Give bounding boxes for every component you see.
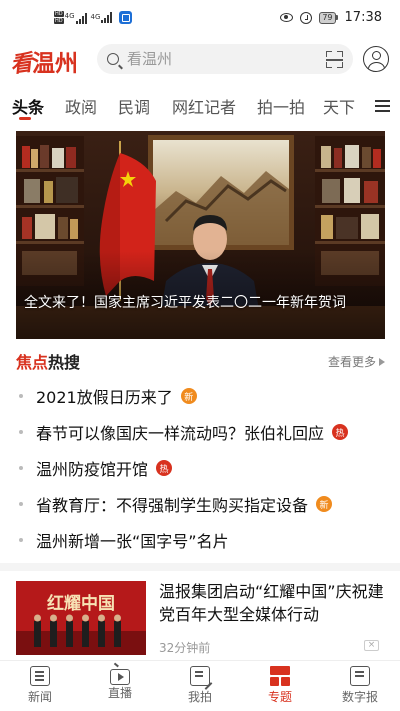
app-notification-icon	[119, 11, 133, 24]
bullet-icon	[19, 466, 23, 470]
news-time: 32分钟前	[159, 641, 211, 655]
app-header: 看 温州	[0, 40, 400, 82]
user-avatar-icon[interactable]	[363, 46, 389, 72]
tab-tianxia[interactable]: 天下	[323, 94, 355, 118]
nav-shoot[interactable]: 我拍	[170, 666, 230, 705]
app-logo: 看 温州	[8, 49, 79, 79]
hot-badge: 热	[156, 460, 173, 476]
topic-icon	[270, 666, 290, 686]
hot-search-title: 焦点热搜	[16, 353, 81, 372]
network-label: 4G	[90, 13, 101, 21]
live-icon	[110, 669, 130, 685]
new-badge: 新	[316, 496, 333, 512]
search-icon	[107, 53, 119, 65]
hot-search-item[interactable]: 温州防疫馆开馆 热	[16, 450, 385, 486]
banner-caption: 全文来了！国家主席习近平发表二〇二一年新年贺词	[24, 295, 346, 311]
bullet-icon	[19, 502, 23, 506]
hot-search-item[interactable]: 2021放假日历来了 新	[16, 378, 385, 414]
signal-icon	[101, 12, 113, 23]
section-divider	[0, 563, 400, 571]
nav-digital-paper[interactable]: 数字报	[330, 666, 390, 705]
nav-live[interactable]: 直播	[90, 666, 150, 701]
tab-paiyipai[interactable]: 拍一拍	[257, 94, 305, 118]
hot-search-header: 焦点热搜 查看更多	[16, 349, 385, 373]
channel-tabs: 头条 政阅 民调 网红记者 拍一拍 天下	[0, 86, 400, 124]
thumbnail-title: 红耀中国	[47, 593, 115, 614]
hot-search-item[interactable]: 春节可以像国庆一样流动吗？张伯礼回应 热	[16, 414, 385, 450]
news-icon	[30, 666, 50, 686]
shoot-icon	[190, 666, 210, 686]
sim2-signal: 4G	[91, 12, 113, 23]
eye-icon	[280, 13, 294, 22]
status-left: HD HD 4G 4G	[54, 11, 133, 24]
nav-topic[interactable]: 专题	[250, 666, 310, 705]
tab-toutiao[interactable]: 头条	[12, 94, 44, 118]
arrow-right-icon	[379, 357, 385, 366]
network-label: 4G	[64, 12, 75, 20]
tab-zhengyue[interactable]: 政阅	[65, 94, 97, 118]
hd-label: HD	[54, 18, 64, 24]
menu-icon[interactable]	[375, 100, 390, 112]
scan-icon[interactable]	[326, 51, 343, 68]
bullet-icon	[19, 538, 23, 542]
hot-search-item[interactable]: 省教育厅：不得强制学生购买指定设备 新	[16, 486, 385, 522]
bullet-icon	[19, 430, 23, 434]
bottom-nav: 新闻 直播 我拍 专题 数字报	[0, 660, 400, 711]
hot-search-list: 2021放假日历来了 新 春节可以像国庆一样流动吗？张伯礼回应 热 温州防疫馆开…	[16, 378, 385, 558]
status-bar: HD HD 4G 4G 79 17:38	[0, 0, 400, 34]
search-input[interactable]	[127, 50, 277, 68]
tab-mindiao[interactable]: 民调	[118, 94, 150, 118]
search-bar[interactable]	[97, 44, 353, 74]
tab-wanghong-reporter[interactable]: 网红记者	[172, 94, 236, 118]
hd-label: HD	[54, 11, 64, 17]
headline-banner[interactable]: 全文来了！国家主席习近平发表二〇二一年新年贺词	[16, 131, 385, 339]
paper-icon	[350, 666, 370, 686]
battery-icon: 79	[319, 11, 338, 24]
alarm-icon	[300, 11, 313, 24]
dismiss-button[interactable]: ×	[364, 640, 379, 651]
clock: 17:38	[344, 10, 382, 25]
hot-badge: 热	[332, 424, 349, 440]
news-thumbnail[interactable]: 红耀中国	[16, 581, 146, 655]
signal-icon	[75, 13, 87, 24]
new-badge: 新	[180, 388, 197, 404]
hot-search-item[interactable]: 温州新增一张“国字号”名片	[16, 522, 385, 558]
news-title[interactable]: 温报集团启动“红耀中国”庆祝建党百年大型全媒体行动	[159, 580, 384, 626]
view-more-link[interactable]: 查看更多	[328, 353, 385, 370]
battery-level: 79	[319, 11, 336, 24]
nav-news[interactable]: 新闻	[10, 666, 70, 705]
sim1-signal: HD HD 4G	[54, 11, 87, 24]
status-right: 79 17:38	[280, 10, 382, 25]
bullet-icon	[19, 394, 23, 398]
active-tab-indicator	[19, 117, 31, 120]
